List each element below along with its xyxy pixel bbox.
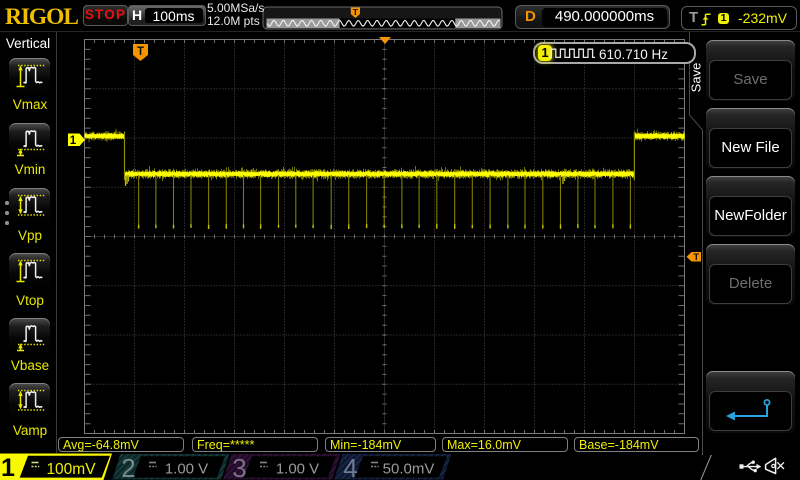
svg-text:2: 2: [121, 453, 135, 480]
svg-text:1: 1: [70, 135, 77, 147]
svg-text:T: T: [353, 7, 359, 17]
svg-text:1: 1: [1, 454, 15, 480]
svg-text:T: T: [693, 252, 699, 263]
svg-text:3: 3: [232, 453, 246, 480]
svg-text:1.00 V: 1.00 V: [165, 461, 208, 478]
svg-text:1.00 V: 1.00 V: [276, 461, 319, 478]
svg-text:4: 4: [343, 453, 357, 480]
svg-text:100mV: 100mV: [46, 461, 96, 478]
svg-text:T: T: [137, 46, 144, 58]
svg-text:50.0mV: 50.0mV: [383, 461, 435, 478]
